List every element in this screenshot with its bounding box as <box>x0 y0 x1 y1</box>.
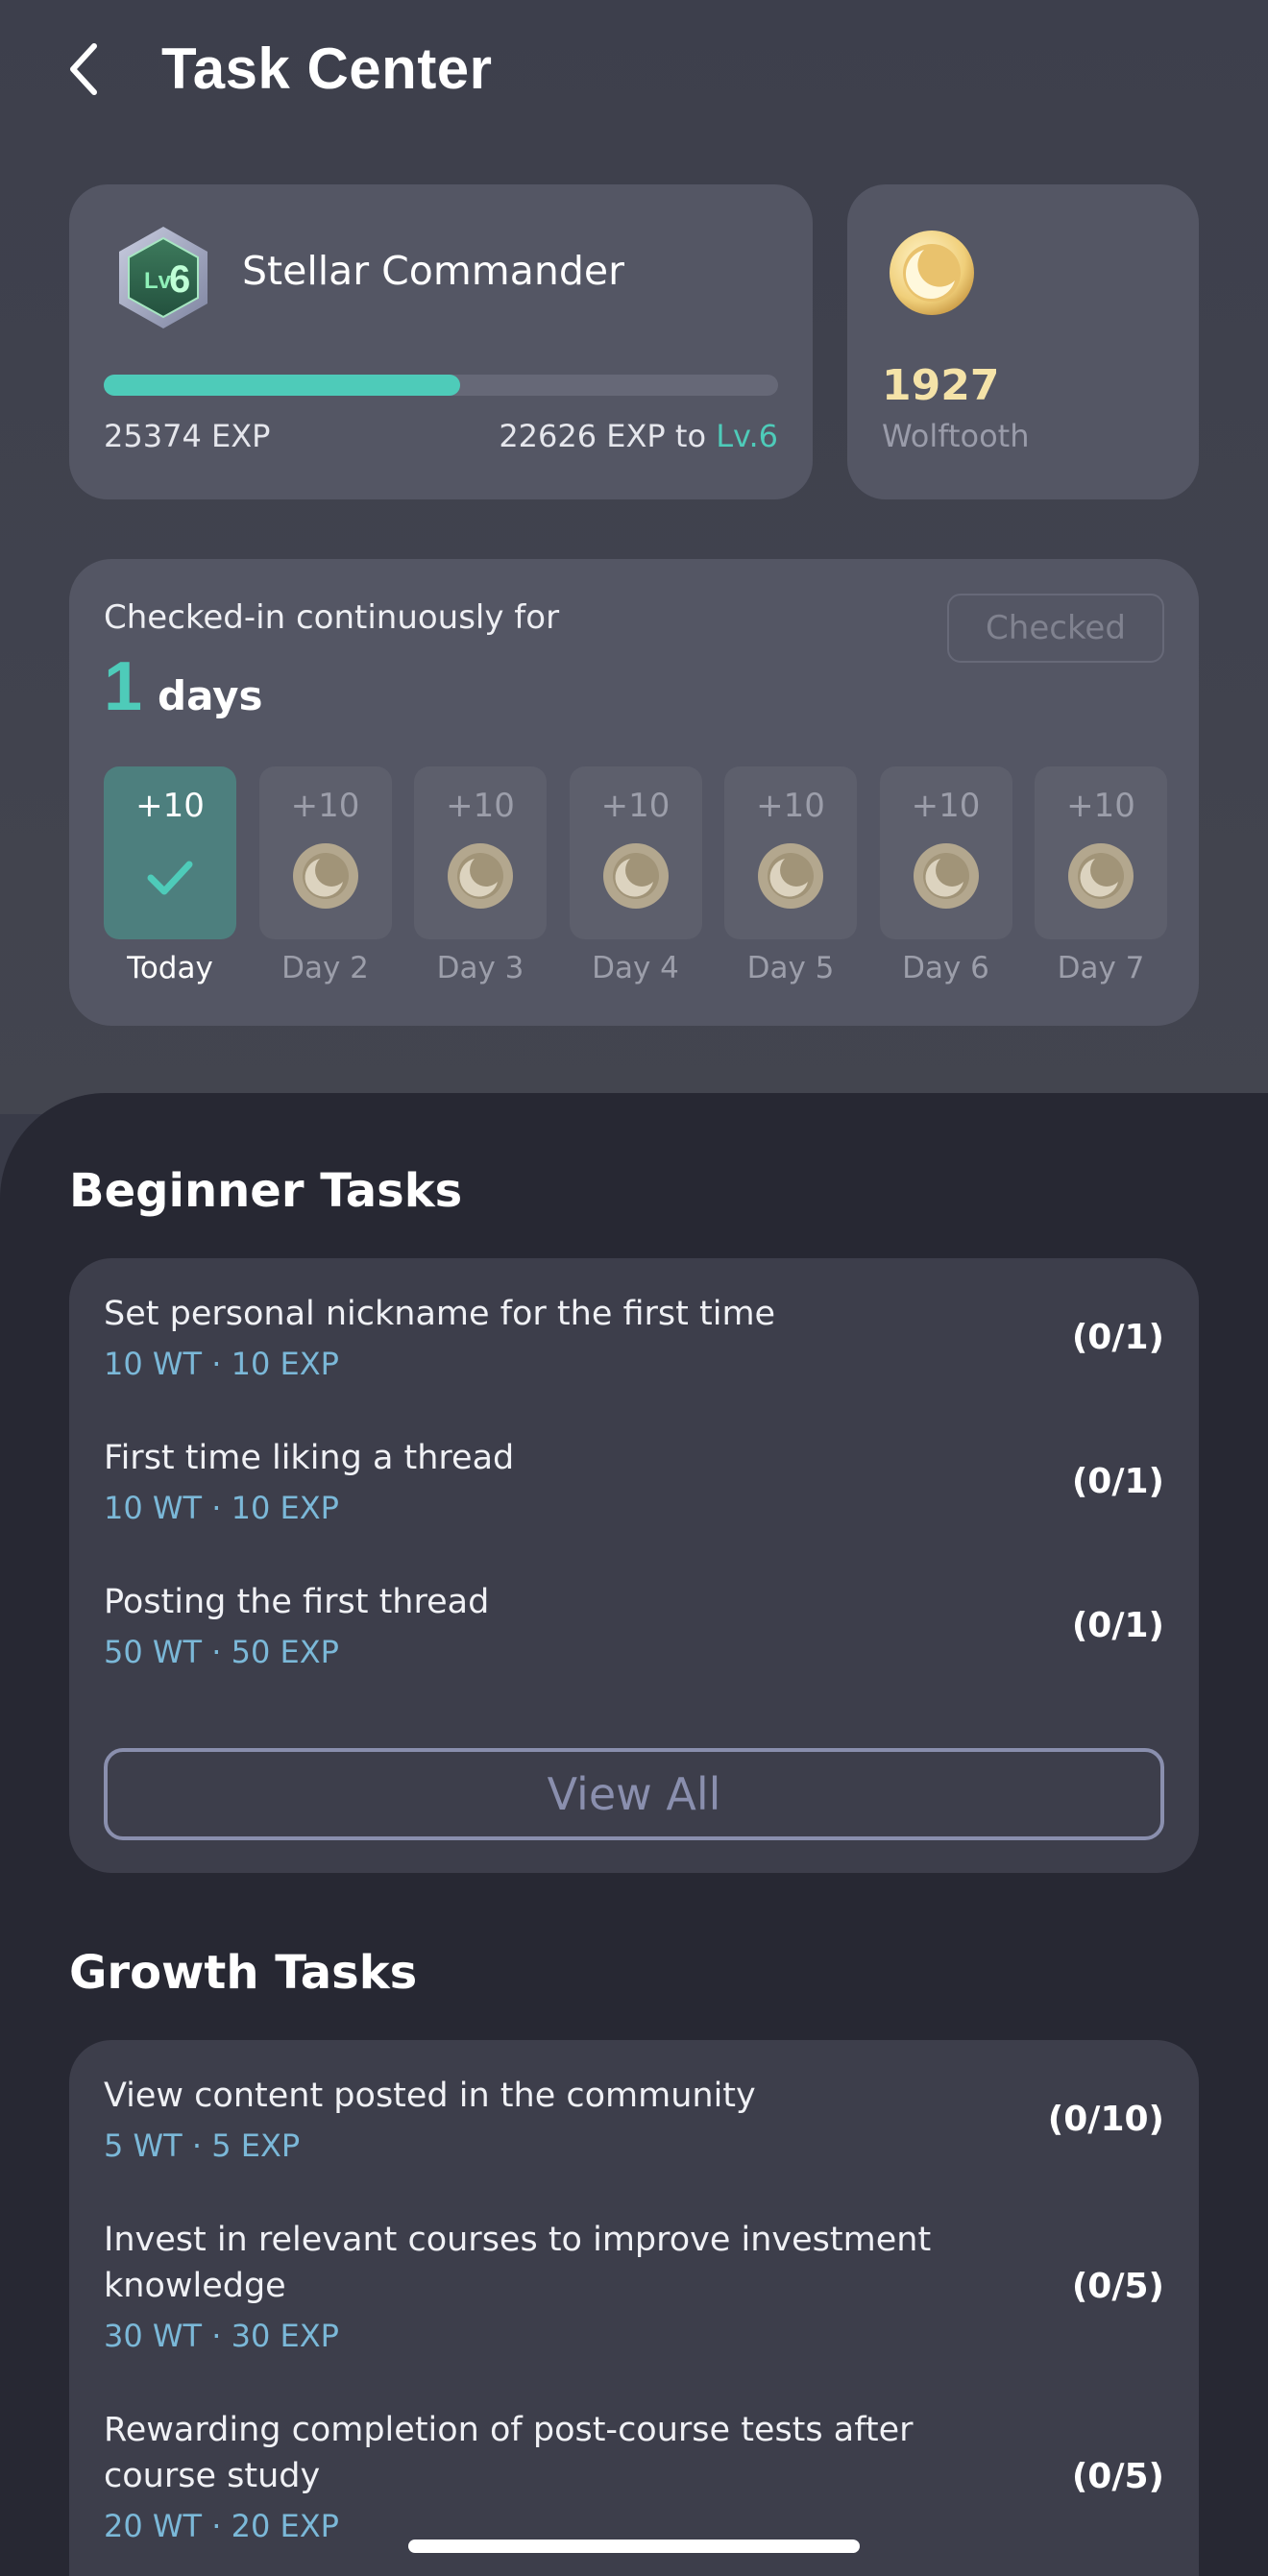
streak-number: 1 <box>104 648 143 725</box>
task-title: View content posted in the community <box>104 2077 756 2115</box>
back-button[interactable] <box>54 35 115 104</box>
task-row[interactable]: Posting the first thread 50 WT · 50 EXP … <box>104 1579 1164 1673</box>
checkmark-icon <box>147 861 193 895</box>
day-label: Today <box>127 951 213 985</box>
task-title: Invest in relevant courses to improve in… <box>104 2221 932 2305</box>
day-label: Day 4 <box>592 951 679 985</box>
coin-icon <box>758 843 823 909</box>
header: Task Center <box>0 0 1268 144</box>
checkin-card: Checked-in continuously for 1 days Check… <box>69 559 1199 1026</box>
checkin-day-tile: +10 <box>104 766 236 939</box>
day-reward: +10 <box>290 787 360 825</box>
day-label: Day 5 <box>746 951 835 985</box>
day-label: Day 7 <box>1057 951 1145 985</box>
checkin-day-tile: +10 <box>724 766 857 939</box>
task-row[interactable]: Set personal nickname for the first time… <box>104 1291 1164 1385</box>
tasks-sheet: Beginner Tasks Set personal nickname for… <box>0 1093 1268 2576</box>
task-title: Set personal nickname for the first time <box>104 1295 776 1333</box>
day-label: Day 3 <box>436 951 524 985</box>
view-all-button[interactable]: View All <box>104 1748 1164 1840</box>
coin-amount: 1927 <box>882 361 1000 410</box>
wolftooth-coin-icon <box>890 231 974 315</box>
exp-progress-fill <box>104 375 460 396</box>
checkin-day-tile: +10 <box>414 766 547 939</box>
task-title: Posting the first thread <box>104 1583 490 1621</box>
coin-icon <box>292 843 358 909</box>
checkin-day-tile: +10 <box>879 766 1012 939</box>
exp-current: 25374 EXP <box>104 418 271 454</box>
task-progress: (0/5) <box>1071 2457 1164 2496</box>
exp-to-next-text: 22626 EXP to <box>499 418 717 454</box>
checkin-day: +10 Day 5 <box>724 766 857 987</box>
checkin-day: +10 Day 4 <box>569 766 702 987</box>
level-badge-icon: Lv 6 <box>119 227 207 328</box>
task-title: First time liking a thread <box>104 1439 515 1477</box>
growth-tasks-card: View content posted in the community 5 W… <box>69 2040 1199 2576</box>
task-reward: 5 WT · 5 EXP <box>104 2127 301 2164</box>
task-progress: (0/1) <box>1071 1606 1164 1645</box>
task-row[interactable]: View content posted in the community 5 W… <box>104 2073 1164 2167</box>
beginner-tasks-title: Beginner Tasks <box>69 1164 463 1218</box>
coin-icon <box>1068 843 1134 909</box>
home-indicator <box>408 2540 860 2553</box>
day-reward: +10 <box>756 787 825 825</box>
checkin-day-tile: +10 <box>258 766 392 939</box>
page-title: Task Center <box>161 36 493 101</box>
task-reward: 50 WT · 50 EXP <box>104 1634 339 1670</box>
task-reward: 10 WT · 10 EXP <box>104 1490 339 1526</box>
svg-text:6: 6 <box>169 258 190 301</box>
day-label: Day 6 <box>902 951 989 985</box>
checkin-day-tile: +10 <box>1035 766 1167 939</box>
task-progress: (0/1) <box>1071 1318 1164 1357</box>
day-reward: +10 <box>1066 787 1135 825</box>
exp-to-next-level: 22626 EXP to Lv.6 <box>499 415 778 457</box>
coin-icon <box>602 843 669 909</box>
checkin-day: +10 Day 3 <box>414 766 547 987</box>
task-reward: 30 WT · 30 EXP <box>104 2318 339 2354</box>
checkin-day: +10 Today <box>104 766 236 987</box>
checkin-text: Checked-in continuously for <box>104 598 560 637</box>
checkin-streak: 1 days <box>104 644 263 730</box>
svg-text:Lv: Lv <box>144 268 172 294</box>
task-row[interactable]: Invest in relevant courses to improve in… <box>104 2217 1164 2357</box>
coin-icon <box>448 843 513 909</box>
day-reward: +10 <box>135 787 205 825</box>
streak-unit: days <box>158 672 263 719</box>
coin-label: Wolftooth <box>882 418 1030 454</box>
level-name: Stellar Commander <box>242 248 624 294</box>
exp-progress-bar <box>104 375 778 396</box>
checkin-day-tile: +10 <box>569 766 702 939</box>
coin-card[interactable]: 1927 Wolftooth <box>847 184 1199 499</box>
checkin-day: +10 Day 2 <box>258 766 392 987</box>
coin-icon <box>913 843 979 909</box>
beginner-tasks-card: Set personal nickname for the first time… <box>69 1258 1199 1873</box>
task-title: Rewarding completion of post-course test… <box>104 2411 914 2495</box>
task-reward: 10 WT · 10 EXP <box>104 1346 339 1382</box>
level-card[interactable]: Lv 6 Stellar Commander 25374 EXP 22626 E… <box>69 184 813 499</box>
day-reward: +10 <box>911 787 981 825</box>
chevron-left-icon <box>70 43 97 95</box>
next-level-label: Lv.6 <box>716 418 778 454</box>
day-label: Day 2 <box>281 951 369 985</box>
checkin-days: +10 Today +10 Day 2 +10 Day 3 +10 Day 4 +10 Day 5… <box>104 766 1167 987</box>
task-progress: (0/10) <box>1047 2100 1164 2139</box>
checkin-day: +10 Day 7 <box>1035 766 1167 987</box>
task-progress: (0/1) <box>1071 1462 1164 1501</box>
task-row[interactable]: First time liking a thread 10 WT · 10 EX… <box>104 1435 1164 1529</box>
day-reward: +10 <box>446 787 515 825</box>
day-reward: +10 <box>600 787 671 825</box>
growth-tasks-title: Growth Tasks <box>69 1946 418 2000</box>
checkin-day: +10 Day 6 <box>879 766 1012 987</box>
task-row[interactable]: Rewarding completion of post-course test… <box>104 2407 1164 2547</box>
task-progress: (0/5) <box>1071 2267 1164 2306</box>
checked-button[interactable]: Checked <box>947 594 1164 663</box>
